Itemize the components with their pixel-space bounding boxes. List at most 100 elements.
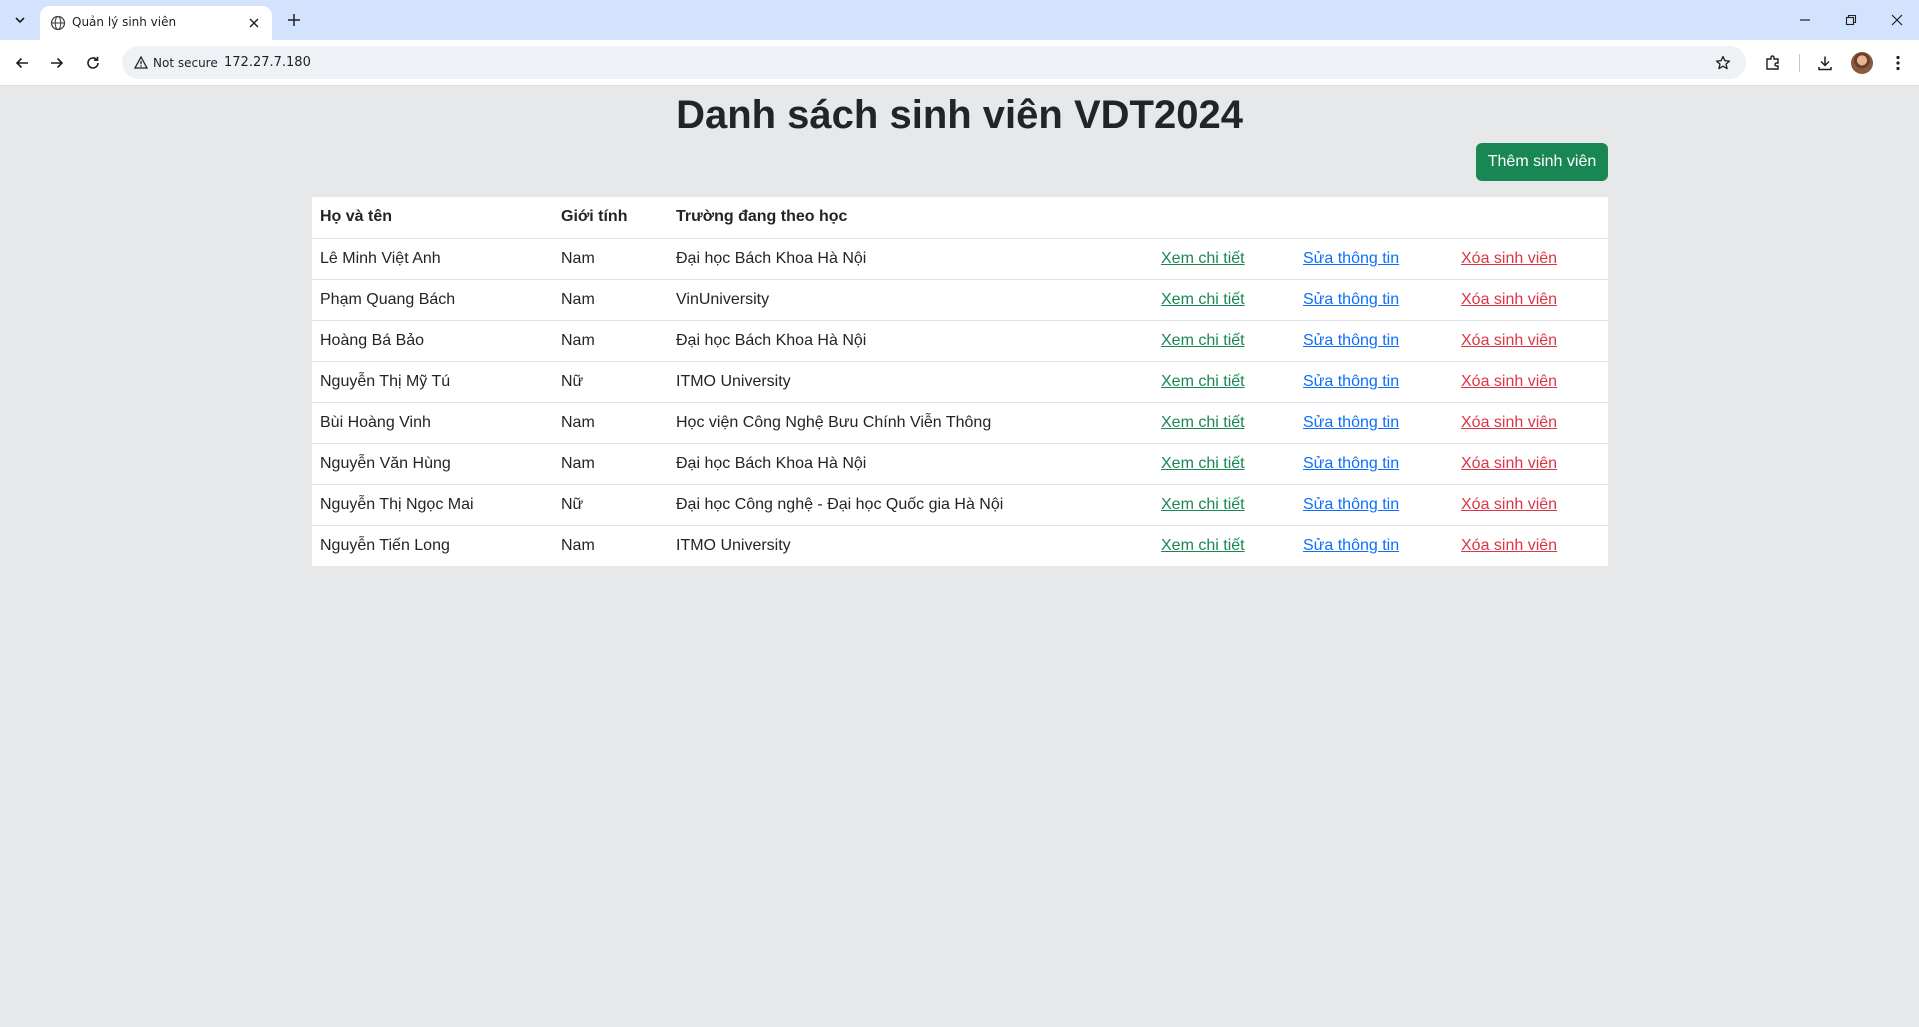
arrow-right-icon	[51, 57, 64, 69]
cell-name: Lê Minh Việt Anh	[312, 238, 553, 280]
edit-info-link[interactable]: Sửa thông tin	[1303, 250, 1399, 267]
delete-student-link[interactable]: Xóa sinh viên	[1461, 250, 1557, 267]
cell-delete: Xóa sinh viên	[1453, 443, 1608, 485]
menu-button[interactable]	[1886, 51, 1910, 75]
delete-student-link[interactable]: Xóa sinh viên	[1461, 373, 1557, 390]
edit-info-link[interactable]: Sửa thông tin	[1303, 455, 1399, 472]
view-details-link[interactable]: Xem chi tiết	[1161, 455, 1245, 472]
view-details-link[interactable]: Xem chi tiết	[1161, 373, 1245, 390]
cell-delete: Xóa sinh viên	[1453, 402, 1608, 444]
cell-delete: Xóa sinh viên	[1453, 525, 1608, 566]
header-empty	[1295, 197, 1453, 239]
reload-icon	[87, 56, 99, 69]
cell-school: Học viện Công Nghệ Bưu Chính Viễn Thông	[668, 402, 1153, 444]
add-student-button[interactable]: Thêm sinh viên	[1476, 143, 1608, 181]
plus-icon	[288, 14, 300, 26]
tab-title: Quản lý sinh viên	[72, 15, 177, 29]
restore-button[interactable]	[1837, 8, 1865, 32]
table-row: Lê Minh Việt Anh Nam Đại học Bách Khoa H…	[312, 238, 1608, 280]
cell-delete: Xóa sinh viên	[1453, 279, 1608, 321]
delete-student-link[interactable]: Xóa sinh viên	[1461, 291, 1557, 308]
bookmark-button[interactable]	[1712, 52, 1734, 74]
cell-edit: Sửa thông tin	[1295, 361, 1453, 403]
cell-gender: Nam	[553, 443, 668, 485]
cell-gender: Nam	[561, 536, 595, 554]
delete-student-link[interactable]: Xóa sinh viên	[1461, 414, 1557, 431]
page-title: Danh sách sinh viên VDT2024	[676, 93, 1243, 137]
cell-gender: Nam	[553, 238, 668, 280]
delete-student-link[interactable]: Xóa sinh viên	[1461, 537, 1557, 554]
edit-info-link[interactable]: Sửa thông tin	[1303, 414, 1399, 431]
header-name: Họ và tên	[312, 197, 553, 239]
forward-button[interactable]	[45, 51, 69, 75]
cell-view: Xem chi tiết	[1153, 525, 1295, 566]
cell-school: Đại học Bách Khoa Hà Nội	[668, 238, 1153, 280]
cell-view: Xem chi tiết	[1153, 443, 1295, 485]
star-icon	[1715, 55, 1731, 70]
profile-avatar[interactable]	[1851, 52, 1873, 74]
cell-edit: Sửa thông tin	[1295, 525, 1453, 566]
cell-name: Nguyễn Văn Hùng	[312, 443, 553, 485]
cell-view: Xem chi tiết	[1153, 320, 1295, 362]
table-row: Bùi Hoàng Vinh Nam Học viện Công Nghệ Bư…	[312, 402, 1608, 444]
url-text[interactable]: 172.27.7.180	[224, 55, 311, 70]
cell-school: Đại học Bách Khoa Hà Nội	[668, 443, 1153, 485]
tab-search-button[interactable]	[8, 8, 32, 32]
cell-name: Phạm Quang Bách	[312, 279, 553, 321]
new-tab-button[interactable]	[282, 8, 306, 32]
delete-student-link[interactable]: Xóa sinh viên	[1461, 496, 1557, 513]
puzzle-icon	[1766, 55, 1779, 70]
header-empty	[1453, 197, 1608, 239]
cell-delete: Xóa sinh viên	[1453, 484, 1608, 526]
view-details-link[interactable]: Xem chi tiết	[1161, 250, 1245, 267]
delete-student-link[interactable]: Xóa sinh viên	[1461, 455, 1557, 472]
cell-name: Hoàng Bá Bảo	[312, 320, 553, 362]
cell-school: ITMO University	[676, 536, 791, 554]
cell-school: Đại học Công nghệ - Đại học Quốc gia Hà …	[668, 484, 1153, 526]
security-indicator[interactable]: Not secure	[128, 52, 226, 73]
close-icon	[249, 18, 259, 28]
cell-delete: Xóa sinh viên	[1453, 238, 1608, 280]
view-details-link[interactable]: Xem chi tiết	[1161, 291, 1245, 308]
view-details-link[interactable]: Xem chi tiết	[1161, 537, 1245, 554]
header-school: Trường đang theo học	[668, 197, 1153, 239]
edit-info-link[interactable]: Sửa thông tin	[1303, 291, 1399, 308]
delete-student-link[interactable]: Xóa sinh viên	[1461, 332, 1557, 349]
address-bar[interactable]: Not secure 172.27.7.180	[122, 46, 1746, 79]
view-details-link[interactable]: Xem chi tiết	[1161, 496, 1245, 513]
table-row: Phạm Quang Bách Nam VinUniversity Xem ch…	[312, 279, 1608, 321]
edit-info-link[interactable]: Sửa thông tin	[1303, 496, 1399, 513]
view-details-link[interactable]: Xem chi tiết	[1161, 332, 1245, 349]
cell-edit: Sửa thông tin	[1295, 320, 1453, 362]
tab-close-button[interactable]	[244, 13, 264, 33]
close-window-button[interactable]	[1883, 8, 1911, 32]
table-header-row: Họ và tên Giới tính Trường đang theo học	[312, 197, 1608, 239]
cell-edit: Sửa thông tin	[1295, 443, 1453, 485]
browser-tab[interactable]: Quản lý sinh viên	[40, 6, 272, 40]
more-vertical-icon	[1896, 55, 1900, 71]
reload-button[interactable]	[81, 51, 105, 75]
cell-school: Đại học Bách Khoa Hà Nội	[668, 320, 1153, 362]
edit-info-link[interactable]: Sửa thông tin	[1303, 332, 1399, 349]
cell-edit: Sửa thông tin	[1295, 238, 1453, 280]
edit-info-link[interactable]: Sửa thông tin	[1303, 537, 1399, 554]
warning-icon	[134, 56, 148, 69]
toolbar-divider	[1799, 54, 1800, 72]
cell-gender: Nữ	[553, 361, 668, 403]
minimize-button[interactable]	[1791, 8, 1819, 32]
back-button[interactable]	[10, 51, 34, 75]
cell-gender: Nam	[553, 402, 668, 444]
cell-gender: Nam	[553, 279, 668, 321]
table-row: Nguyễn Thị Ngọc Mai Nữ Đại học Công nghệ…	[312, 484, 1608, 526]
edit-info-link[interactable]: Sửa thông tin	[1303, 373, 1399, 390]
view-details-link[interactable]: Xem chi tiết	[1161, 414, 1245, 431]
cell-edit: Sửa thông tin	[1295, 402, 1453, 444]
cell-delete: Xóa sinh viên	[1453, 320, 1608, 362]
cell-view: Xem chi tiết	[1153, 484, 1295, 526]
globe-icon	[50, 15, 66, 31]
cell-view: Xem chi tiết	[1153, 279, 1295, 321]
downloads-button[interactable]	[1813, 51, 1837, 75]
cell-school: ITMO University	[668, 361, 1153, 403]
extensions-button[interactable]	[1761, 51, 1785, 75]
header-empty	[1153, 197, 1295, 239]
